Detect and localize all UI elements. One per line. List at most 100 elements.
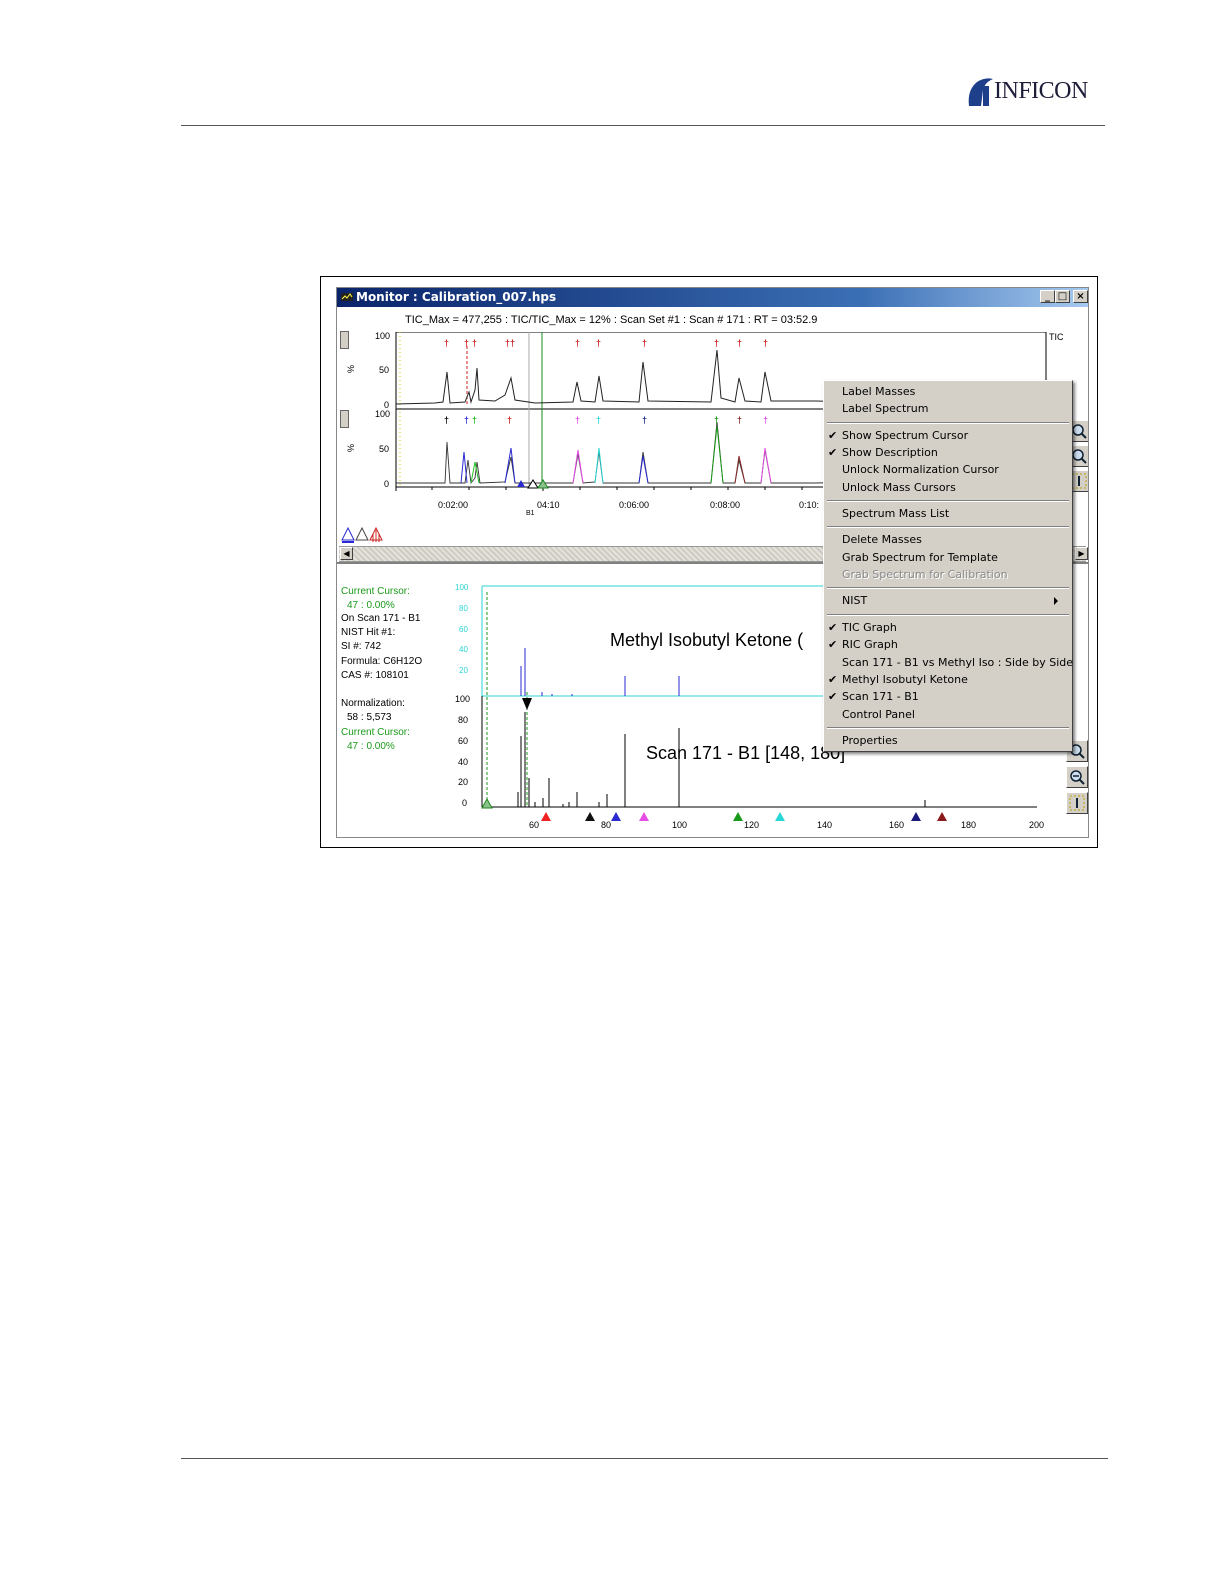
checkmark-icon: ✔	[828, 673, 838, 686]
upper-mass-marker: †	[642, 338, 647, 348]
menu-item-label-spectrum[interactable]: Label Spectrum	[842, 402, 928, 418]
nist-y-tick: 60	[459, 625, 468, 634]
scroll-left-button[interactable]: ◀	[340, 547, 353, 560]
menu-separator	[827, 526, 1069, 528]
menu-item-unlock-mass-cursors[interactable]: Unlock Mass Cursors	[842, 481, 956, 497]
upper-percent-label: %	[346, 364, 357, 374]
close-button[interactable]: ×	[1073, 290, 1088, 303]
menu-item-tic-graph[interactable]: ✔ TIC Graph	[828, 621, 897, 637]
menu-item-show-spectrum-cursor[interactable]: ✔ Show Spectrum Cursor	[828, 429, 968, 445]
menu-item-methyl-isobutyl-ketone[interactable]: ✔ Methyl Isobutyl Ketone	[828, 673, 968, 689]
menu-separator	[827, 727, 1069, 729]
menu-item-side-by-side[interactable]: Scan 171 - B1 vs Methyl Iso : Side by Si…	[842, 656, 1073, 672]
time-tick: 0:06:00	[619, 500, 650, 510]
upper-mass-marker: †	[596, 338, 601, 348]
mass-x-tick: 120	[744, 820, 760, 830]
scroll-right-button[interactable]: ▶	[1075, 547, 1088, 560]
nist-hit-text: NIST Hit #1:	[341, 627, 396, 638]
spectrum-zoom-out-button[interactable]	[1066, 766, 1088, 788]
upper-mass-marker: †	[575, 338, 580, 348]
scan-y-tick: 100	[455, 694, 471, 704]
upper-mass-marker: †	[510, 338, 515, 348]
upper-y-tick: 100	[375, 331, 391, 341]
lower-mass-marker: †	[507, 415, 512, 425]
menu-item-scan-171-b1[interactable]: ✔ Scan 171 - B1	[828, 690, 919, 706]
menu-item-properties[interactable]: Properties	[842, 734, 898, 750]
window-app-icon[interactable]	[341, 291, 353, 303]
upper-y-tick: 50	[379, 365, 390, 375]
scan-y-tick: 20	[458, 777, 469, 787]
lower-y-tick: 100	[375, 409, 391, 419]
current-cursor-label: Current Cursor:	[341, 727, 410, 738]
checkmark-icon: ✔	[828, 446, 838, 459]
nist-y-tick: 100	[455, 583, 469, 592]
menu-item-control-panel[interactable]: Control Panel	[842, 708, 915, 724]
tic-status-line: TIC_Max = 477,255 : TIC/TIC_Max = 12% : …	[405, 314, 818, 326]
lower-mass-marker: †	[575, 415, 580, 425]
mass-x-tick: 200	[1029, 820, 1045, 830]
footer-rule	[181, 1458, 1108, 1459]
maximize-button[interactable]: □	[1055, 290, 1070, 303]
lower-mass-marker: †	[642, 415, 647, 425]
brand-name: INFICON	[994, 78, 1088, 104]
lower-mass-marker: †	[472, 415, 477, 425]
lower-scale-spinner[interactable]	[340, 410, 349, 428]
nist-spectrum-title: Methyl Isobutyl Ketone (	[610, 630, 804, 650]
menu-item-nist[interactable]: NIST	[842, 594, 1066, 610]
scan-y-tick: 80	[458, 715, 469, 725]
menu-item-show-description[interactable]: ✔ Show Description	[828, 446, 938, 462]
lower-y-tick: 50	[379, 444, 390, 454]
mass-x-tick: 180	[961, 820, 977, 830]
submenu-arrow-icon	[1054, 597, 1058, 605]
menu-item-unlock-normalization-cursor[interactable]: Unlock Normalization Cursor	[842, 463, 999, 479]
checkmark-icon: ✔	[828, 621, 838, 634]
menu-item-ric-graph[interactable]: ✔ RIC Graph	[828, 638, 898, 654]
upper-mass-marker: †	[763, 338, 768, 348]
mass-x-tick: 100	[672, 820, 688, 830]
nist-y-tick: 80	[459, 604, 468, 613]
menu-item-delete-masses[interactable]: Delete Masses	[842, 533, 922, 549]
lower-y-tick: 0	[384, 479, 390, 489]
time-tick: 04:10	[537, 500, 560, 510]
zoom-out-icon	[1070, 770, 1085, 785]
upper-mass-marker: †	[464, 338, 469, 348]
menu-item-label-masses[interactable]: Label Masses	[842, 385, 915, 401]
menu-item-spectrum-mass-list[interactable]: Spectrum Mass List	[842, 507, 949, 523]
current-cursor-value: 47 : 0.00%	[347, 600, 395, 611]
spectrum-autoscale-button[interactable]	[1066, 792, 1088, 814]
lower-mass-marker: †	[763, 415, 768, 425]
baseline-tools[interactable]	[340, 524, 388, 544]
lower-mass-marker: †	[714, 415, 719, 425]
time-tick: 0:02:00	[438, 500, 469, 510]
header-rule	[181, 125, 1105, 126]
time-tick: 0:08:00	[710, 500, 741, 510]
lower-mass-marker: †	[737, 415, 742, 425]
scan-y-tick: 0	[462, 798, 468, 808]
lower-percent-label: %	[346, 443, 357, 453]
context-menu: Label Masses Label Spectrum ✔ Show Spectr…	[823, 380, 1073, 752]
mass-x-tick: 60	[529, 820, 540, 830]
window-title: Monitor : Calibration_007.hps	[356, 290, 557, 304]
nist-y-tick: 40	[459, 645, 468, 654]
normalization-value: 58 : 5,573	[347, 712, 392, 723]
mass-x-tick: 160	[889, 820, 905, 830]
menu-separator	[827, 500, 1069, 502]
autoscale-icon	[1069, 795, 1085, 811]
time-tick: 0:10:	[799, 500, 820, 510]
lower-mass-marker: †	[464, 415, 469, 425]
si-number: SI #: 742	[341, 641, 382, 652]
menu-item-grab-spectrum-template[interactable]: Grab Spectrum for Template	[842, 551, 998, 567]
normalization-label: Normalization:	[341, 698, 405, 709]
mass-x-tick: 140	[817, 820, 833, 830]
current-cursor-value: 47 : 0.00%	[347, 741, 395, 752]
scan-spectrum-title: Scan 171 - B1 [148, 180]	[646, 743, 846, 763]
checkmark-icon: ✔	[828, 429, 838, 442]
minimize-button[interactable]: _	[1040, 290, 1055, 303]
upper-scale-spinner[interactable]	[340, 331, 349, 349]
on-scan-text: On Scan 171 - B1	[341, 613, 421, 624]
formula-text: Formula: C6H12O	[341, 656, 423, 667]
checkmark-icon: ✔	[828, 638, 838, 651]
lower-mass-marker: †	[596, 415, 601, 425]
cas-number: CAS #: 108101	[341, 670, 409, 681]
scan-y-tick: 60	[458, 736, 469, 746]
